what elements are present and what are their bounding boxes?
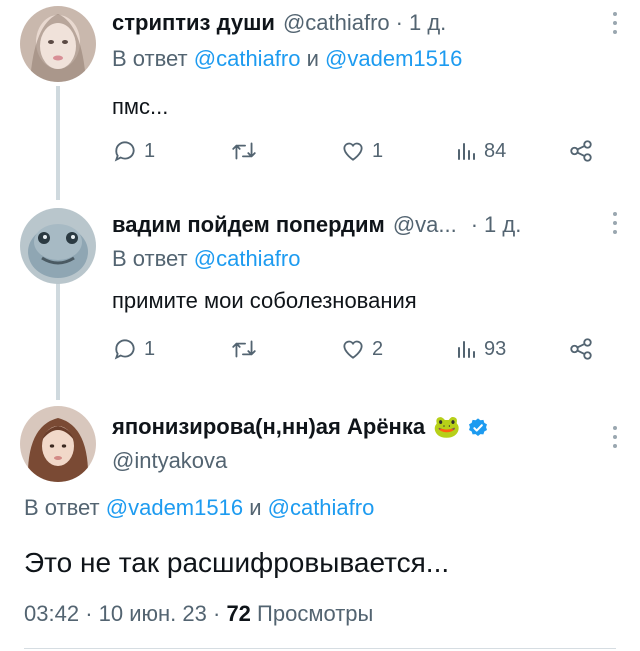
views-button[interactable]: 93: [454, 336, 506, 362]
reply-to-line: В ответ @cathiafro: [112, 246, 300, 272]
reply-to-line: В ответ @cathiafro и @vadem1516: [112, 46, 462, 72]
heart-icon: [343, 340, 363, 359]
mention-link[interactable]: @cathiafro: [194, 246, 301, 271]
views-label: Просмотры: [257, 601, 374, 626]
views-count: 84: [484, 139, 507, 162]
reply-and: и: [306, 46, 319, 71]
user-handle[interactable]: @cathiafro: [283, 10, 390, 36]
views-count: 72: [226, 601, 251, 626]
reply-to-line: В ответ @vadem1516 и @cathiafro: [24, 495, 374, 521]
timestamp[interactable]: 1 д.: [409, 10, 446, 36]
action-bar: 1 2 93: [112, 336, 612, 366]
display-name[interactable]: стриптиз души: [112, 10, 275, 36]
like-count: 1: [372, 139, 384, 162]
mention-link[interactable]: @vadem1516: [325, 46, 462, 71]
tweet-1[interactable]: стриптиз души @cathiafro · 1 д. В ответ …: [0, 0, 640, 200]
tweet-text: Это не так расшифровывается...: [24, 547, 450, 578]
post-date[interactable]: 10 июн. 23: [99, 601, 207, 626]
tweet-header: стриптиз души @cathiafro · 1 д.: [112, 10, 446, 36]
views-button[interactable]: 84: [454, 138, 506, 164]
tweet-header: вадим пойдем попердим @va... · 1 д.: [112, 212, 521, 238]
timestamp[interactable]: 1 д.: [484, 212, 521, 238]
tweet-2[interactable]: вадим пойдем попердим @va... · 1 д. В от…: [0, 200, 640, 400]
avatar-photo-icon: [20, 208, 96, 284]
user-handle[interactable]: @va...: [393, 212, 457, 238]
name-badges: 🐸: [433, 415, 488, 440]
reply-button[interactable]: 1: [112, 138, 155, 164]
tweet-text: примите мои соболезнования: [112, 288, 417, 313]
more-vertical-icon[interactable]: [612, 12, 618, 34]
separator: ·: [470, 212, 479, 237]
frog-emoji: 🐸: [433, 415, 461, 440]
like-button[interactable]: 2: [340, 336, 383, 362]
more-vertical-icon[interactable]: [612, 212, 618, 234]
verified-badge-icon: [468, 417, 487, 436]
reply-count: 1: [144, 337, 156, 360]
more-vertical-icon[interactable]: [612, 426, 618, 448]
reply-prefix: В ответ: [112, 246, 188, 271]
reply-count: 1: [144, 139, 156, 162]
user-handle[interactable]: @intyakova: [112, 448, 227, 474]
share-icon: [570, 140, 592, 162]
post-time[interactable]: 03:42: [24, 601, 79, 626]
display-name[interactable]: вадим пойдем попердим: [112, 212, 385, 238]
reply-prefix: В ответ: [112, 46, 188, 71]
reply-bubble-icon: [114, 141, 135, 162]
avatar[interactable]: [20, 406, 96, 482]
views-count: 93: [484, 337, 507, 360]
retweet-button[interactable]: [230, 138, 264, 164]
action-bar: 1 1 84: [112, 138, 612, 168]
avatar[interactable]: [20, 208, 96, 284]
separator: ·: [395, 10, 403, 35]
reply-button[interactable]: 1: [112, 336, 155, 362]
mention-link[interactable]: @vadem1516: [106, 495, 243, 520]
share-button[interactable]: [568, 336, 594, 362]
reply-and: и: [249, 495, 262, 520]
heart-icon: [343, 142, 363, 161]
display-name[interactable]: японизирова(н,нн)ая Арёнка: [112, 414, 425, 440]
tweet-meta: 03:42 · 10 июн. 23 · 72 Просмотры: [24, 601, 373, 627]
retweet-icon: [232, 340, 256, 358]
separator: ·: [85, 601, 93, 626]
like-button[interactable]: 1: [340, 138, 383, 164]
avatar[interactable]: [20, 6, 96, 82]
retweet-icon: [232, 142, 256, 160]
views-bar-chart-icon: [458, 143, 475, 160]
tweet-text: пмс...: [112, 94, 169, 119]
mention-link[interactable]: @cathiafro: [268, 495, 375, 520]
reply-bubble-icon: [114, 339, 135, 360]
avatar-photo-icon: [20, 406, 96, 482]
share-icon: [570, 338, 592, 360]
divider: [24, 648, 616, 649]
share-button[interactable]: [568, 138, 594, 164]
views-bar-chart-icon: [458, 341, 475, 358]
reply-prefix: В ответ: [24, 495, 100, 520]
mention-link[interactable]: @cathiafro: [194, 46, 301, 71]
tweet-header: японизирова(н,нн)ая Арёнка 🐸: [112, 414, 489, 440]
avatar-photo-icon: [20, 6, 96, 82]
separator: ·: [212, 601, 221, 626]
retweet-button[interactable]: [230, 336, 264, 362]
like-count: 2: [372, 337, 384, 360]
